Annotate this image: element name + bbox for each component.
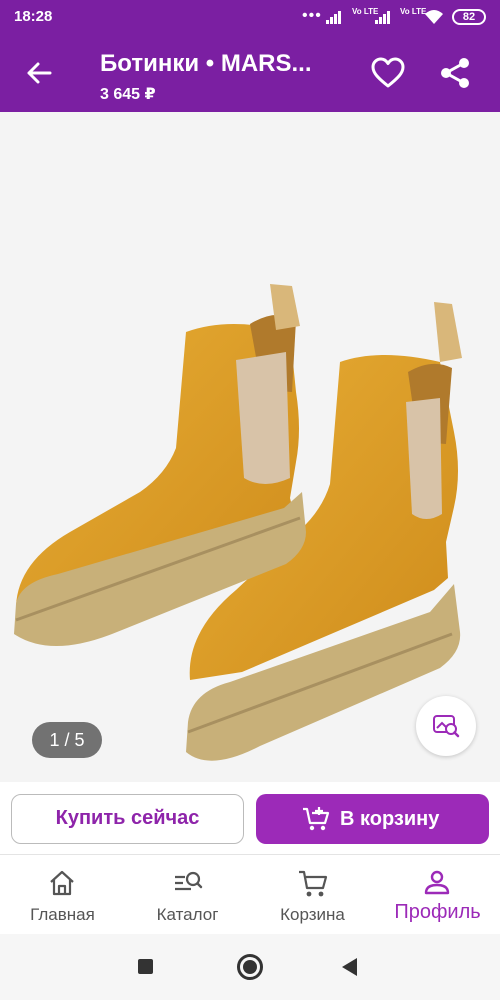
heart-icon[interactable] [370,56,406,90]
product-photo-boots [14,284,462,761]
lte-label-2: Vo LTE [400,7,427,16]
catalog-search-icon [175,871,203,891]
signal-icon [375,11,390,24]
add-to-cart-icon [303,807,330,831]
home-icon [50,870,74,896]
system-navigation-bar [0,934,500,1000]
tab-cart[interactable]: Корзина [250,855,375,935]
home-button-icon[interactable] [237,954,263,980]
buy-now-button[interactable]: Купить сейчас [11,794,244,844]
app-bar: Ботинки • MARS... 3 645 ₽ [0,34,500,112]
back-triangle-icon[interactable] [342,958,357,976]
signal-icon [326,11,341,24]
bottom-tab-bar: Главная Каталог Корзина Профиль [0,854,500,934]
purchase-actions: Купить сейчас В корзину [0,782,500,854]
status-time: 18:28 [14,8,53,25]
tab-profile[interactable]: Профиль [375,855,500,935]
tab-catalog[interactable]: Каталог [125,855,250,935]
product-price: 3 645 ₽ [100,86,156,103]
recent-apps-icon[interactable] [138,959,153,974]
profile-icon [424,870,450,895]
tab-cart-label: Корзина [280,905,345,924]
cart-icon [299,870,328,897]
back-arrow-icon[interactable] [22,56,56,90]
tab-catalog-label: Каталог [156,905,219,924]
status-bar: 18:28 ••• Vo LTE Vo LTE 82 [0,0,500,34]
product-title: Ботинки • MARS... [100,50,312,77]
notification-dots: ••• [302,7,322,24]
tab-home-label: Главная [30,905,95,924]
battery-indicator: 82 [452,9,486,25]
share-icon[interactable] [438,56,472,90]
visual-search-button[interactable] [416,696,476,756]
add-to-cart-label: В корзину [340,808,440,830]
tab-profile-label: Профиль [394,901,481,923]
image-search-icon [433,715,460,738]
product-image-gallery[interactable]: 1 / 5 [0,112,500,782]
add-to-cart-button[interactable]: В корзину [256,794,489,844]
wifi-icon [425,10,443,24]
image-counter: 1 / 5 [32,722,102,758]
tab-home[interactable]: Главная [0,855,125,935]
